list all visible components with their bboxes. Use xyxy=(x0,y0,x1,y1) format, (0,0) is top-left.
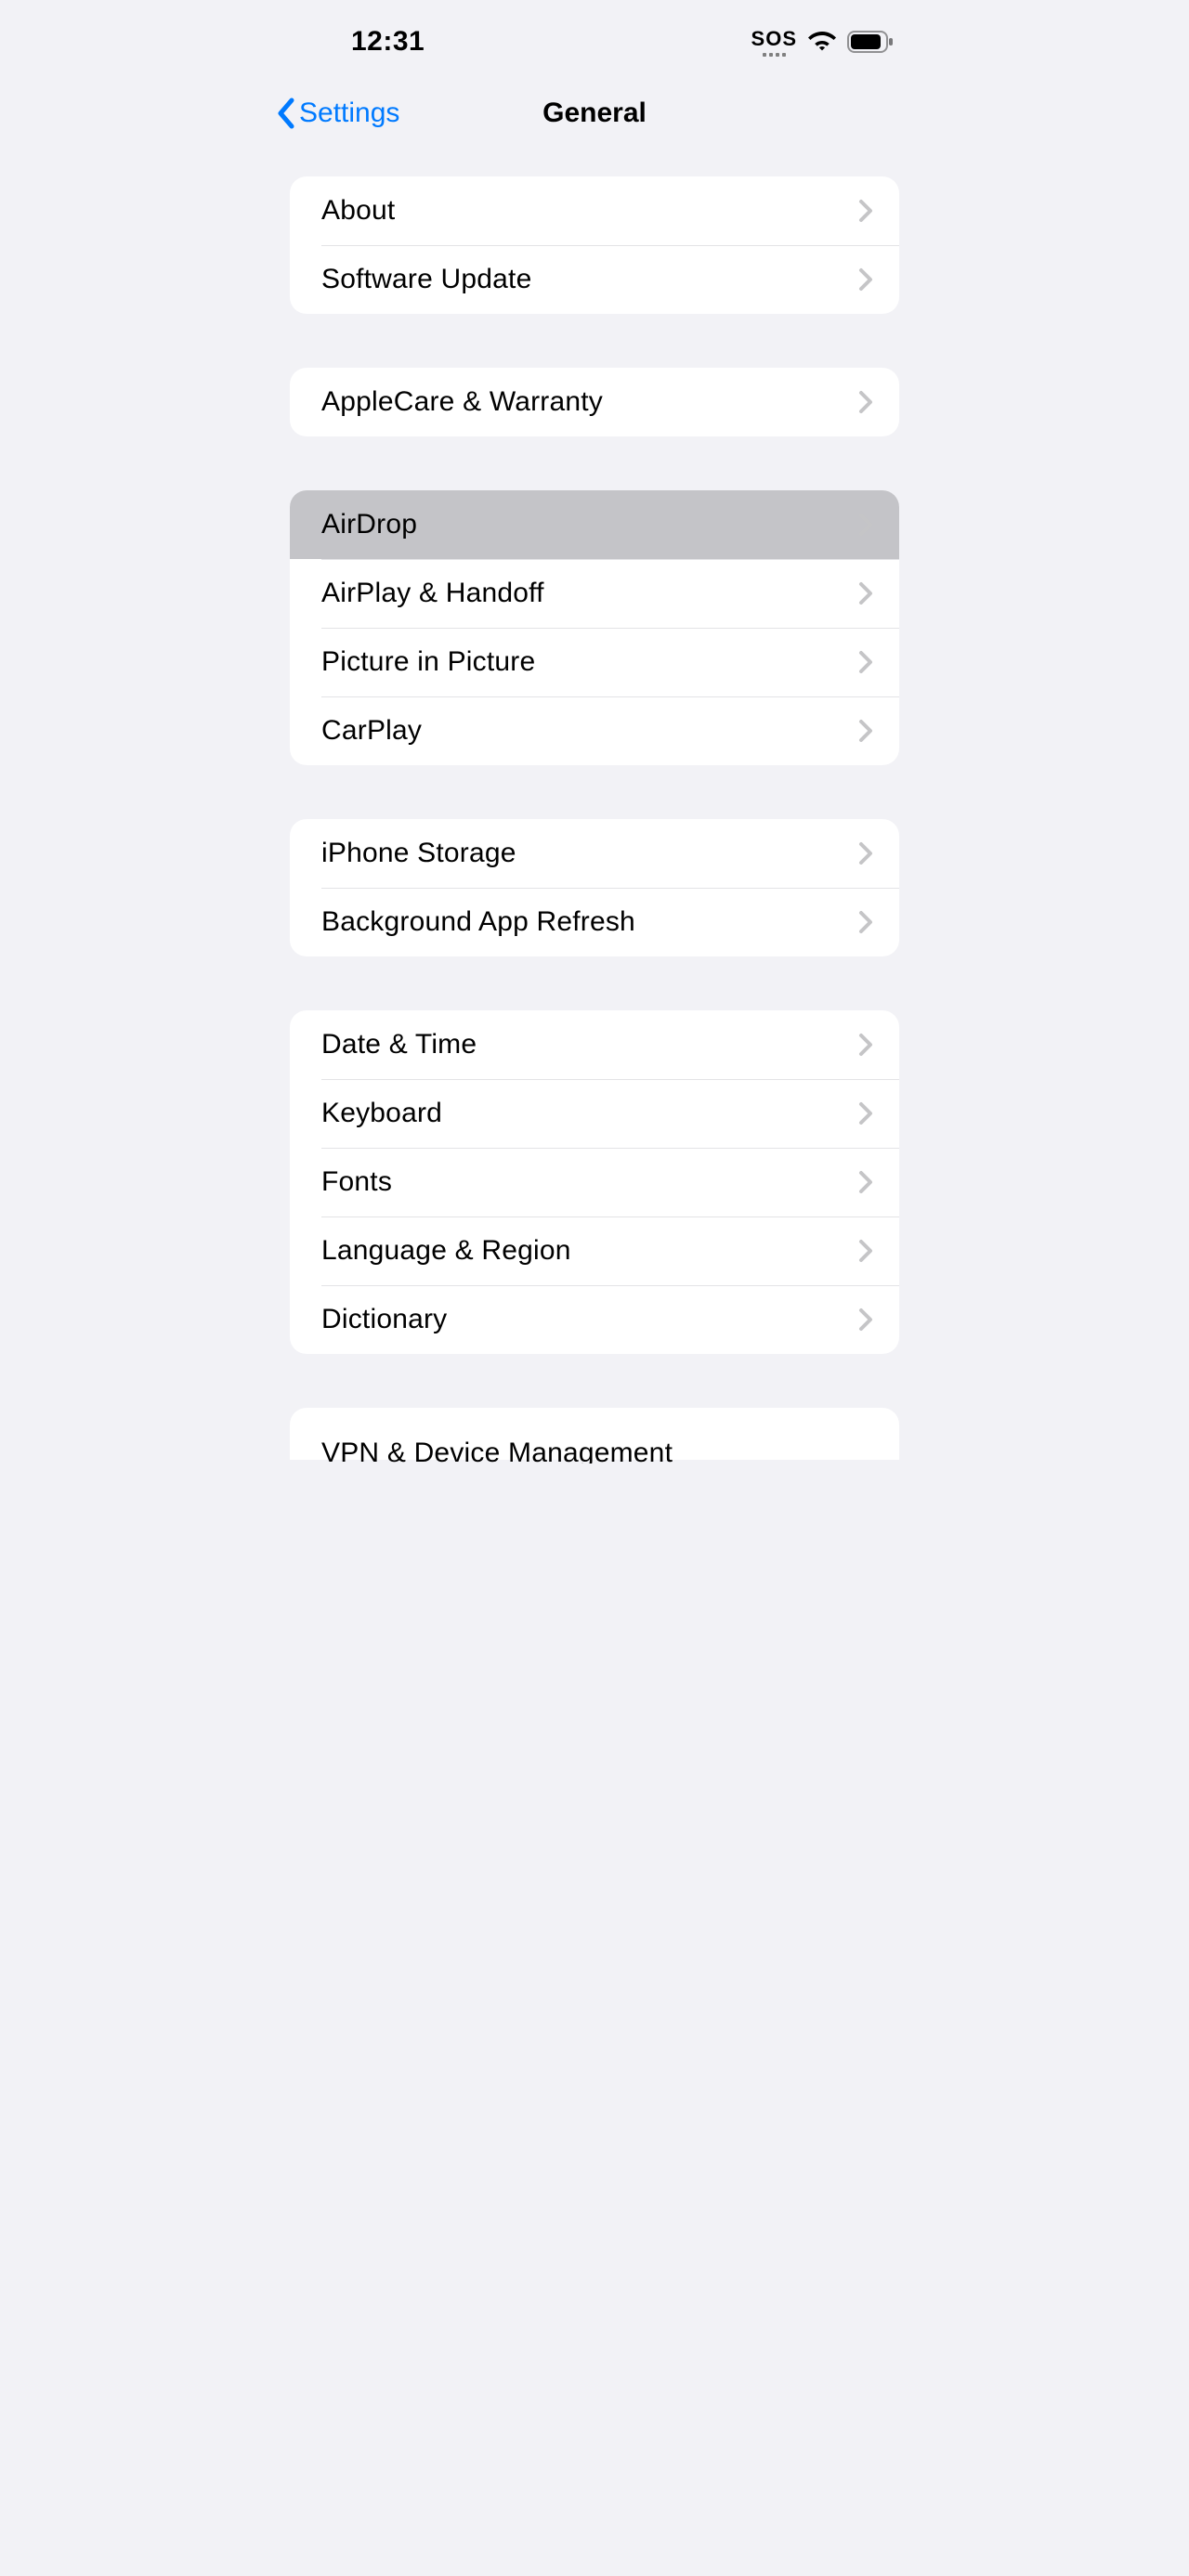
chevron-right-icon xyxy=(858,1033,873,1057)
chevron-right-icon xyxy=(858,1308,873,1332)
settings-group: iPhone Storage Background App Refresh xyxy=(290,819,899,956)
chevron-right-icon xyxy=(858,719,873,743)
chevron-right-icon xyxy=(858,1170,873,1194)
row-carplay[interactable]: CarPlay xyxy=(290,696,899,765)
settings-group: VPN & Device Management xyxy=(290,1408,899,1460)
settings-group: AirDrop AirPlay & Handoff Picture in Pictu… xyxy=(290,490,899,765)
row-iphone-storage[interactable]: iPhone Storage xyxy=(290,819,899,888)
row-label: AirDrop xyxy=(321,509,417,540)
row-label: AirPlay & Handoff xyxy=(321,578,544,609)
chevron-right-icon xyxy=(858,581,873,605)
row-fonts[interactable]: Fonts xyxy=(290,1148,899,1216)
row-dictionary[interactable]: Dictionary xyxy=(290,1285,899,1354)
row-software-update[interactable]: Software Update xyxy=(290,245,899,314)
row-label: iPhone Storage xyxy=(321,838,516,869)
chevron-right-icon xyxy=(858,513,873,537)
row-label: Background App Refresh xyxy=(321,906,635,938)
sos-indicator: SOS xyxy=(751,27,797,57)
chevron-right-icon xyxy=(858,1101,873,1125)
chevron-right-icon xyxy=(858,267,873,292)
chevron-right-icon xyxy=(858,841,873,865)
row-label: Date & Time xyxy=(321,1029,477,1060)
row-label: Keyboard xyxy=(321,1098,442,1129)
clock: 12:31 xyxy=(351,26,425,58)
row-airplay-handoff[interactable]: AirPlay & Handoff xyxy=(290,559,899,628)
chevron-left-icon xyxy=(275,97,295,130)
row-keyboard[interactable]: Keyboard xyxy=(290,1079,899,1148)
chevron-right-icon xyxy=(858,1239,873,1263)
row-label: About xyxy=(321,195,395,227)
row-label: Software Update xyxy=(321,264,531,295)
back-button[interactable]: Settings xyxy=(258,97,399,130)
row-label: Dictionary xyxy=(321,1304,447,1335)
battery-icon xyxy=(847,31,894,53)
row-language-region[interactable]: Language & Region xyxy=(290,1216,899,1285)
chevron-right-icon xyxy=(858,910,873,934)
page-title: General xyxy=(542,98,647,129)
settings-group: AppleCare & Warranty xyxy=(290,368,899,436)
row-about[interactable]: About xyxy=(290,176,899,245)
chevron-right-icon xyxy=(858,199,873,223)
wifi-icon xyxy=(808,32,836,52)
settings-group: Date & Time Keyboard Fonts Language & Regio… xyxy=(290,1010,899,1354)
row-date-time[interactable]: Date & Time xyxy=(290,1010,899,1079)
row-label: Fonts xyxy=(321,1166,392,1198)
row-label: Picture in Picture xyxy=(321,646,535,678)
row-vpn-device-management[interactable]: VPN & Device Management xyxy=(290,1408,899,1460)
status-bar: 12:31 SOS xyxy=(258,0,931,84)
row-label: CarPlay xyxy=(321,715,422,747)
row-label: AppleCare & Warranty xyxy=(321,386,603,418)
back-label: Settings xyxy=(299,98,399,129)
row-label: VPN & Device Management xyxy=(321,1438,673,1464)
row-applecare-warranty[interactable]: AppleCare & Warranty xyxy=(290,368,899,436)
settings-group: About Software Update xyxy=(290,176,899,314)
nav-bar: Settings General xyxy=(258,84,931,143)
chevron-right-icon xyxy=(858,650,873,674)
chevron-right-icon xyxy=(858,390,873,414)
row-background-app-refresh[interactable]: Background App Refresh xyxy=(290,888,899,956)
row-airdrop[interactable]: AirDrop xyxy=(290,490,899,559)
row-picture-in-picture[interactable]: Picture in Picture xyxy=(290,628,899,696)
row-label: Language & Region xyxy=(321,1235,571,1267)
